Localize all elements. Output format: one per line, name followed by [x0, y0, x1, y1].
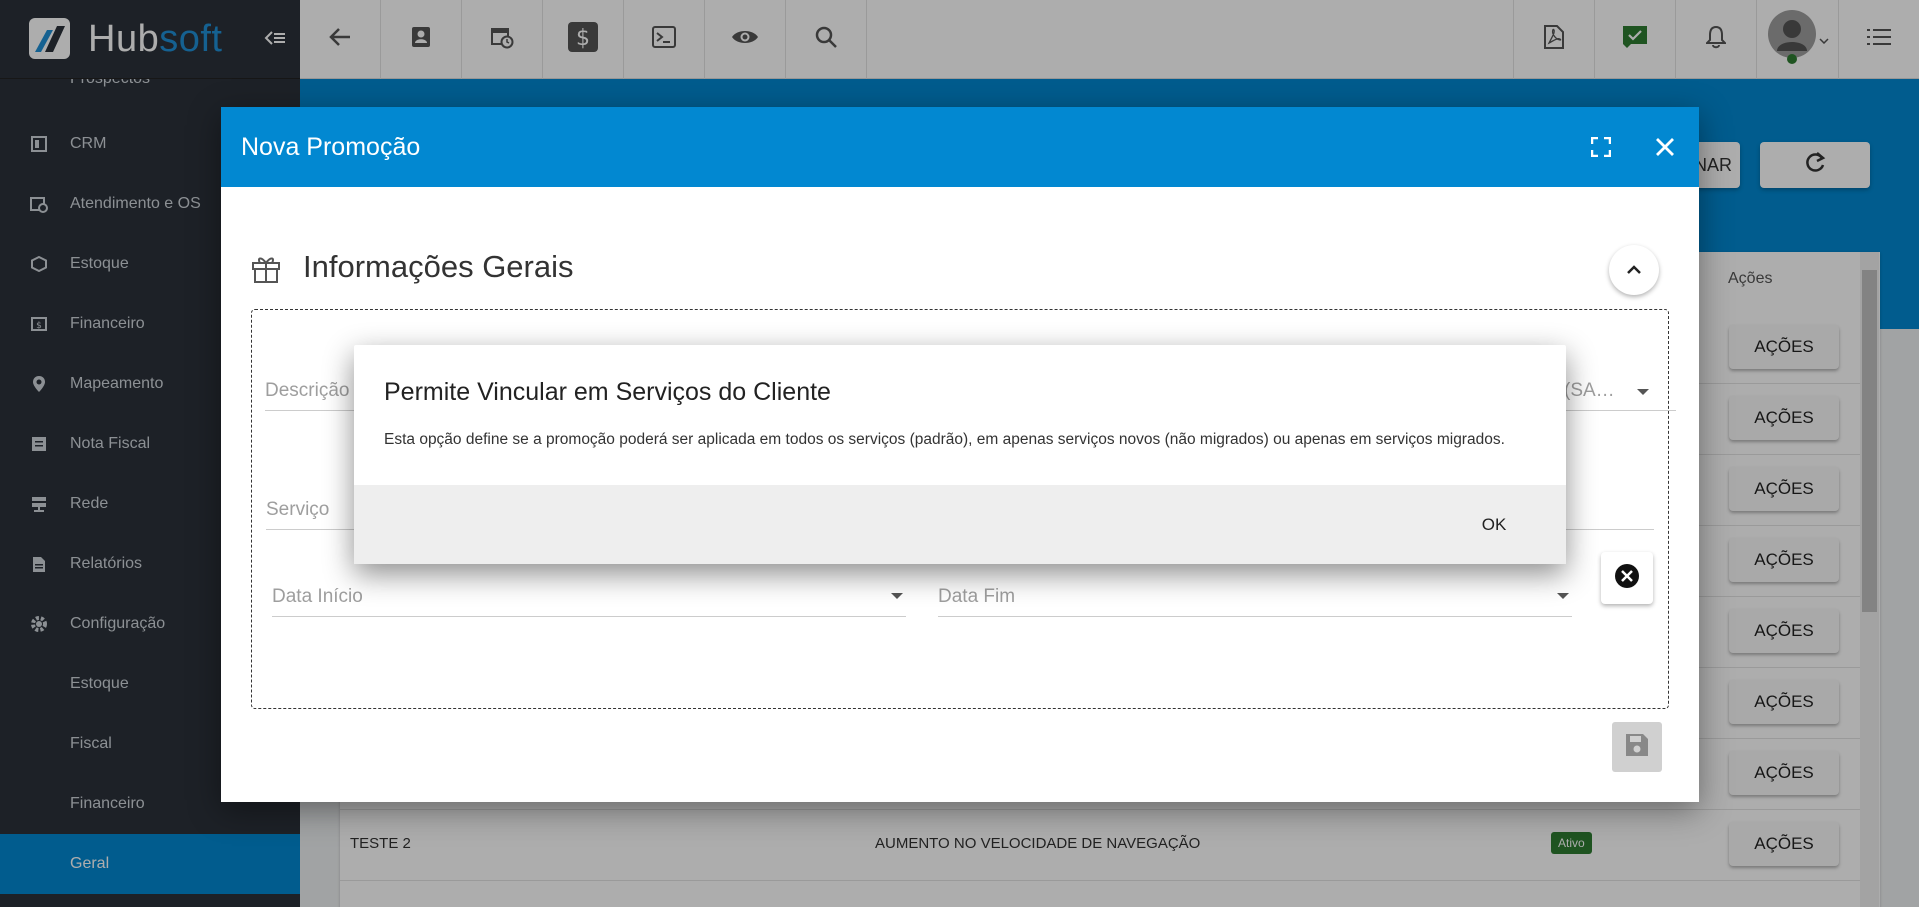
info-dialog: Permite Vincular em Serviços do Cliente … [354, 345, 1566, 564]
modal-header: Nova Promoção [221, 107, 1699, 187]
close-icon[interactable] [1647, 129, 1683, 165]
dialog-footer: OK [354, 485, 1566, 564]
dialog-title: Permite Vincular em Serviços do Cliente [384, 378, 831, 406]
modal-title: Nova Promoção [241, 133, 421, 161]
ok-button[interactable]: OK [1454, 505, 1534, 545]
fullscreen-icon[interactable] [1583, 129, 1619, 165]
dialog-message: Esta opção define se a promoção poderá s… [384, 431, 1505, 448]
